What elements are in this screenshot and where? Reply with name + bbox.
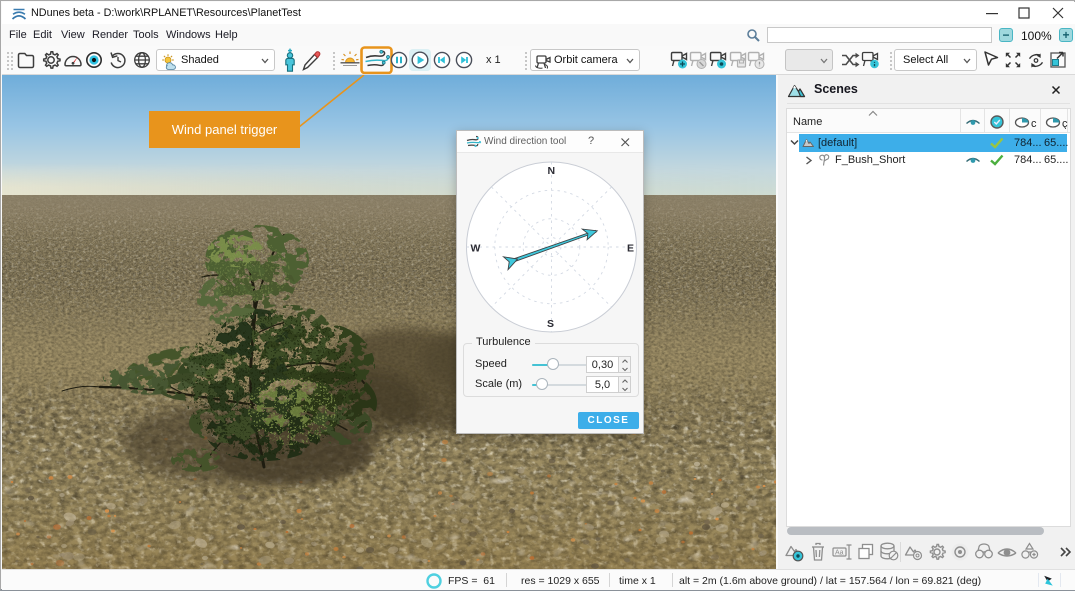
svg-text:N: N <box>548 165 556 177</box>
svg-text:S: S <box>547 318 554 330</box>
svg-text:E: E <box>627 243 634 255</box>
svg-text:W: W <box>471 243 481 255</box>
svg-text:Aa: Aa <box>835 550 844 557</box>
svg-text:c: c <box>1031 118 1037 129</box>
svg-text:ç: ç <box>1062 118 1068 129</box>
